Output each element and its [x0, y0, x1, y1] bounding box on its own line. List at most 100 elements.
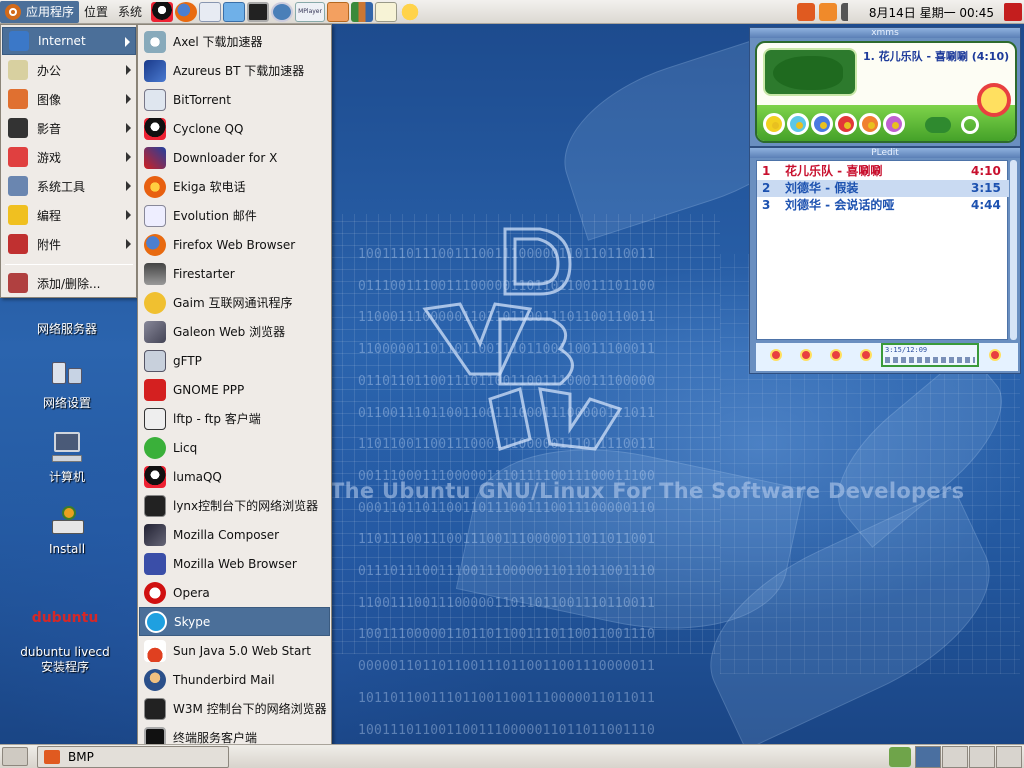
network-icon[interactable] [223, 1, 246, 22]
network-settings-icon [50, 358, 84, 390]
show-desktop-button[interactable] [2, 747, 28, 766]
internet-app-label: Ekiga 软电话 [173, 180, 246, 194]
add-remove-item[interactable]: 添加/删除... [2, 269, 136, 297]
menu-category-0[interactable]: Internet [2, 27, 136, 55]
internet-app-19[interactable]: Opera [139, 578, 330, 607]
mozilla-icon [144, 552, 166, 575]
qq-icon[interactable] [151, 1, 174, 22]
prev-button[interactable] [763, 113, 785, 135]
next-button[interactable] [859, 113, 881, 135]
notes-icon[interactable] [375, 1, 398, 22]
workspace-4[interactable] [996, 746, 1022, 768]
terminal-icon[interactable] [247, 1, 270, 22]
chat-icon[interactable] [399, 1, 422, 22]
internet-app-10[interactable]: Galeon Web 浏览器 [139, 317, 330, 346]
menu-category-2[interactable]: 图像 [2, 85, 136, 113]
internet-app-13[interactable]: lftp - ftp 客户端 [139, 404, 330, 433]
xmms-titlebar[interactable]: xmms [750, 28, 1020, 38]
internet-app-21[interactable]: Sun Java 5.0 Web Start [139, 636, 330, 665]
menu-category-1[interactable]: 办公 [2, 56, 136, 84]
internet-app-6[interactable]: Evolution 邮件 [139, 201, 330, 230]
binary-line: 1001110110011001110000011011011001110 [358, 722, 655, 738]
desktop-icon-computer[interactable]: 计算机 [17, 432, 117, 485]
xmms-player-window[interactable]: xmms 1. 花儿乐队 - 喜唰唰 (4:10) [749, 27, 1021, 147]
internet-app-11[interactable]: gFTP [139, 346, 330, 375]
eject-button[interactable] [883, 113, 905, 135]
pause-button[interactable] [811, 113, 833, 135]
internet-app-label: Axel 下载加速器 [173, 35, 263, 49]
repeat-icon[interactable] [961, 116, 979, 134]
desktop-icon-dubuntu-livecd[interactable]: dubuntu dubuntu livecd 安装程序 [15, 596, 115, 690]
playlist-titlebar[interactable]: PLedit [750, 148, 1020, 158]
penguin-icon [144, 465, 166, 488]
playlist-row[interactable]: 2 刘德华 - 假装 3:15 [757, 180, 1009, 197]
azureus-icon [144, 59, 166, 82]
menu-category-4[interactable]: 游戏 [2, 143, 136, 171]
internet-app-label: Firefox Web Browser [173, 237, 296, 252]
menu-category-5[interactable]: 系统工具 [2, 172, 136, 200]
trash-icon[interactable] [889, 747, 911, 767]
update-icon[interactable] [796, 3, 815, 21]
firefox-icon[interactable] [175, 1, 198, 22]
logout-icon[interactable] [1004, 3, 1022, 21]
internet-app-2[interactable]: BitTorrent [139, 85, 330, 114]
internet-app-12[interactable]: GNOME PPP [139, 375, 330, 404]
books-icon[interactable] [351, 1, 374, 22]
clock[interactable]: 8月14日 星期一 00:45 [863, 4, 1000, 21]
stop-button[interactable] [835, 113, 857, 135]
internet-app-18[interactable]: Mozilla Web Browser [139, 549, 330, 578]
mplayer-icon[interactable]: MPlayer [295, 1, 326, 22]
desktop-icon-network-settings[interactable]: 网络设置 [17, 358, 117, 411]
applications-menu[interactable]: 应用程序 [0, 0, 80, 23]
desktop-icon-install[interactable]: Install [17, 506, 117, 556]
workspace-2[interactable] [942, 746, 968, 768]
play-button[interactable] [787, 113, 809, 135]
internet-app-22[interactable]: Thunderbird Mail [139, 665, 330, 694]
workspace-3[interactable] [969, 746, 995, 768]
submenu-arrow-icon [125, 37, 130, 47]
places-menu[interactable]: 位置 [79, 1, 113, 23]
internet-app-4[interactable]: Downloader for X [139, 143, 330, 172]
internet-app-16[interactable]: lynx控制台下的网络浏览器 [139, 491, 330, 520]
internet-app-14[interactable]: Licq [139, 433, 330, 462]
playlist-window[interactable]: PLedit 1 花儿乐队 - 喜唰唰 4:10 2 刘德华 - 假装 3:15 3 刘德华 … [749, 147, 1021, 374]
internet-app-15[interactable]: lumaQQ [139, 462, 330, 491]
track-title: 刘德华 - 会说话的哑 [785, 198, 895, 212]
system-menu[interactable]: 系统 [113, 1, 147, 23]
internet-app-1[interactable]: Azureus BT 下载加速器 [139, 56, 330, 85]
submenu-arrow-icon [126, 239, 131, 249]
internet-app-5[interactable]: Ekiga 软电话 [139, 172, 330, 201]
playlist-scrollbar[interactable] [1010, 160, 1017, 340]
internet-app-8[interactable]: Firestarter [139, 259, 330, 288]
internet-app-9[interactable]: Gaim 互联网通讯程序 [139, 288, 330, 317]
track-time: 3:15 [971, 181, 1001, 195]
playlist-title: PLedit [871, 148, 899, 158]
firestarter-icon [144, 262, 166, 285]
internet-app-3[interactable]: Cyclone QQ [139, 114, 330, 143]
playlist-row[interactable]: 1 花儿乐队 - 喜唰唰 4:10 [757, 163, 1009, 180]
add-remove-icon [8, 273, 28, 293]
shuffle-button[interactable] [925, 117, 951, 133]
playlist-row[interactable]: 3 刘德华 - 会说话的哑 4:44 [757, 197, 1009, 214]
volume-icon[interactable] [840, 3, 859, 21]
desktop-icon-label: 计算机 [48, 470, 85, 484]
internet-app-17[interactable]: Mozilla Composer [139, 520, 330, 549]
mini-controls[interactable] [885, 357, 975, 363]
submenu-arrow-icon [126, 94, 131, 104]
ubuntu-logo-icon [5, 3, 21, 20]
menu-category-3[interactable]: 影音 [2, 114, 136, 142]
internet-app-label: Mozilla Web Browser [173, 556, 297, 571]
menu-category-6[interactable]: 编程 [2, 201, 136, 229]
internet-app-23[interactable]: W3M 控制台下的网络浏览器 [139, 694, 330, 723]
taskbar-button-bmp[interactable]: BMP [37, 746, 229, 768]
browser-icon[interactable] [271, 1, 294, 22]
internet-app-0[interactable]: Axel 下载加速器 [139, 27, 330, 56]
mail-icon[interactable] [199, 1, 222, 22]
internet-app-7[interactable]: Firefox Web Browser [139, 230, 330, 259]
internet-app-20[interactable]: Skype [139, 607, 330, 636]
document-icon[interactable] [327, 1, 350, 22]
playlist-list[interactable]: 1 花儿乐队 - 喜唰唰 4:10 2 刘德华 - 假装 3:15 3 刘德华 - 会说话的哑… [756, 160, 1009, 340]
workspace-1[interactable] [915, 746, 941, 768]
menu-category-7[interactable]: 附件 [2, 230, 136, 258]
notify-icon[interactable] [818, 3, 837, 21]
